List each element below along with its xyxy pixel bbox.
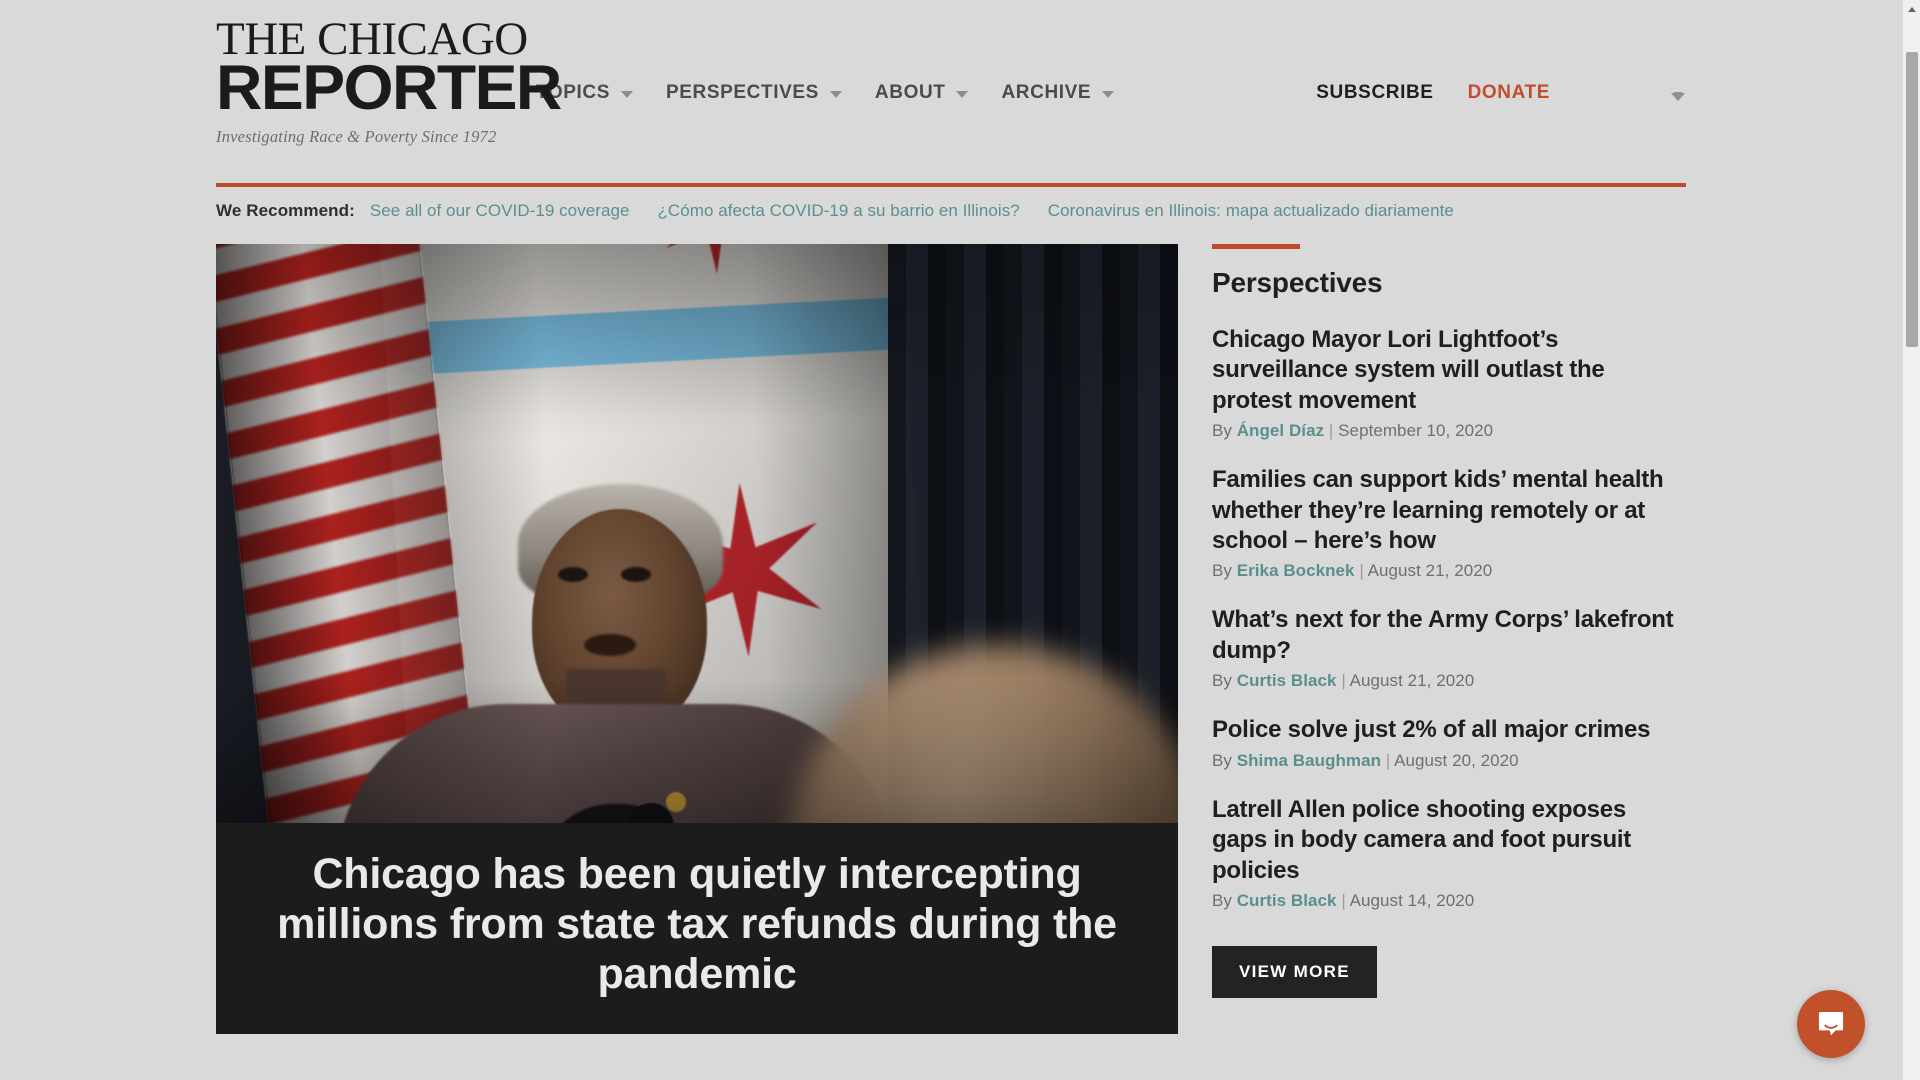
article-author[interactable]: Curtis Black — [1237, 671, 1337, 690]
nav-item-perspectives[interactable]: PERSPECTIVES — [666, 82, 842, 104]
nav-label-perspectives: PERSPECTIVES — [666, 82, 819, 103]
article-title[interactable]: Families can support kids’ mental health… — [1212, 465, 1686, 556]
logo-line-reporter: REPORTER — [216, 52, 562, 123]
we-recommend-bar: We Recommend: See all of our COVID-19 co… — [216, 187, 1686, 221]
byline-prefix: By — [1212, 671, 1232, 691]
chevron-down-icon — [829, 91, 842, 98]
list-item[interactable]: Latrell Allen police shooting exposes ga… — [1212, 795, 1686, 911]
view-more-button[interactable]: VIEW MORE — [1212, 946, 1377, 999]
article-title[interactable]: What’s next for the Army Corps’ lakefron… — [1212, 605, 1686, 666]
list-item[interactable]: Families can support kids’ mental health… — [1212, 465, 1686, 581]
page-container: THE CHICAGO REPORTER Investigating Race … — [216, 0, 1686, 1034]
list-item[interactable]: Police solve just 2% of all major crimes… — [1212, 715, 1686, 770]
chat-bubble-icon — [1818, 1011, 1844, 1036]
logo-tagline: Investigating Race & Poverty Since 1972 — [216, 126, 497, 146]
nav-item-archive[interactable]: ARCHIVE — [1001, 82, 1115, 104]
article-author[interactable]: Curtis Black — [1237, 891, 1337, 910]
nav-item-about[interactable]: ABOUT — [875, 82, 969, 104]
article-title[interactable]: Chicago Mayor Lori Lightfoot’s surveilla… — [1212, 325, 1686, 416]
byline-separator: | — [1359, 561, 1364, 581]
byline-separator: | — [1341, 891, 1346, 911]
site-logo[interactable]: THE CHICAGO REPORTER Investigating Race … — [216, 16, 562, 147]
article-date: September 10, 2020 — [1338, 421, 1494, 441]
scroll-up-arrow-icon[interactable] — [1903, 0, 1920, 18]
byline-prefix: By — [1212, 561, 1232, 581]
chat-launcher-button[interactable] — [1797, 990, 1865, 1058]
article-date: August 21, 2020 — [1349, 671, 1475, 691]
header-utility-links: SUBSCRIBE DONATE — [1316, 18, 1686, 104]
byline-prefix: By — [1212, 421, 1232, 441]
recommend-link-covid-barrio[interactable]: ¿Cómo afecta COVID-19 a su barrio en Ill… — [657, 201, 1019, 221]
sidebar-heading: Perspectives — [1212, 266, 1383, 298]
perspectives-sidebar: Perspectives Chicago Mayor Lori Lightfoo… — [1212, 243, 1686, 1034]
article-date: August 20, 2020 — [1394, 750, 1519, 770]
scrollbar-thumb[interactable] — [1906, 52, 1918, 347]
article-byline: By Erika Bocknek | August 21, 2020 — [1212, 561, 1686, 581]
chevron-down-icon — [621, 91, 633, 98]
article-byline: By Curtis Black | August 21, 2020 — [1212, 671, 1686, 691]
article-date: August 21, 2020 — [1367, 561, 1493, 581]
article-byline: By Curtis Black | August 14, 2020 — [1212, 891, 1686, 911]
main-content-grid: ✶ ✶ — [216, 243, 1686, 1034]
donate-link[interactable]: DONATE — [1468, 82, 1550, 104]
byline-separator: | — [1341, 671, 1346, 691]
article-title[interactable]: Latrell Allen police shooting exposes ga… — [1212, 795, 1686, 886]
article-author[interactable]: Shima Baughman — [1237, 751, 1381, 770]
recommend-link-coronavirus-mapa[interactable]: Coronavirus en Illinois: mapa actualizad… — [1048, 201, 1454, 221]
subscribe-link[interactable]: SUBSCRIBE — [1316, 82, 1433, 104]
vertical-scrollbar[interactable] — [1902, 0, 1920, 1080]
byline-prefix: By — [1212, 750, 1232, 770]
list-item[interactable]: Chicago Mayor Lori Lightfoot’s surveilla… — [1212, 325, 1686, 441]
page-content: THE CHICAGO REPORTER Investigating Race … — [0, 0, 1902, 1080]
browser-viewport: THE CHICAGO REPORTER Investigating Race … — [0, 0, 1920, 1080]
chevron-down-icon — [1102, 91, 1115, 98]
article-title[interactable]: Police solve just 2% of all major crimes — [1212, 715, 1686, 745]
article-author[interactable]: Ángel Díaz — [1237, 421, 1324, 440]
sidebar-accent-rule — [1212, 243, 1300, 249]
main-nav: TOPICS PERSPECTIVES ABOUT ARCHIVE — [536, 82, 1147, 104]
article-byline: By Ángel Díaz | September 10, 2020 — [1212, 421, 1686, 441]
featured-article-headline[interactable]: Chicago has been quietly intercepting mi… — [250, 849, 1144, 1000]
recommend-link-covid-coverage[interactable]: See all of our COVID-19 coverage — [370, 201, 630, 221]
chevron-down-icon — [956, 91, 969, 98]
article-author[interactable]: Erika Bocknek — [1237, 561, 1355, 580]
article-date: August 14, 2020 — [1349, 891, 1475, 911]
featured-article-card[interactable]: ✶ ✶ — [216, 243, 1178, 1034]
byline-prefix: By — [1212, 891, 1232, 911]
we-recommend-label: We Recommend: — [216, 200, 355, 220]
byline-separator: | — [1385, 750, 1391, 770]
primary-navigation: TOPICS PERSPECTIVES ABOUT ARCHIVE — [536, 18, 1316, 104]
article-byline: By Shima Baughman | August 20, 2020 — [1212, 751, 1686, 771]
featured-article-caption: Chicago has been quietly intercepting mi… — [216, 822, 1178, 1034]
site-header: THE CHICAGO REPORTER Investigating Race … — [216, 0, 1686, 147]
download-icon[interactable] — [1670, 84, 1686, 102]
nav-label-archive: ARCHIVE — [1001, 82, 1092, 103]
list-item[interactable]: What’s next for the Army Corps’ lakefron… — [1212, 605, 1686, 691]
nav-label-about: ABOUT — [874, 82, 946, 103]
byline-separator: | — [1328, 421, 1334, 441]
